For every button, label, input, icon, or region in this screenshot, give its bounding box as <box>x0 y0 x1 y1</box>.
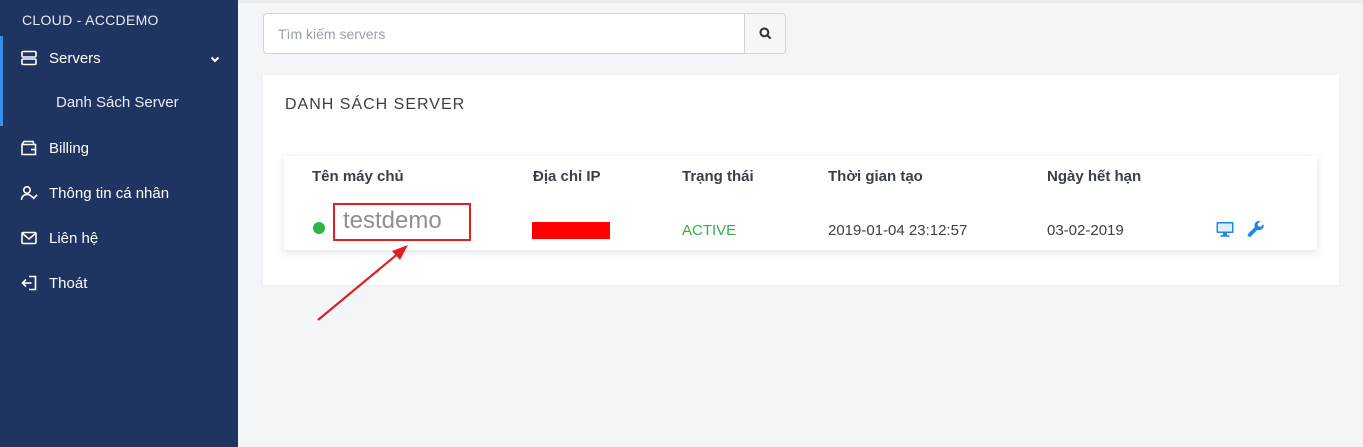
sidebar-item-label: Servers <box>49 49 101 67</box>
sidebar-subitem-server-list[interactable]: Danh Sách Server <box>56 94 179 111</box>
chevron-down-icon[interactable] <box>209 52 221 64</box>
expiry-date: 03-02-2019 <box>1047 222 1124 239</box>
mail-icon <box>20 229 38 247</box>
top-divider <box>238 0 1363 3</box>
column-header-name: Tên máy chủ <box>312 168 404 185</box>
search-bar <box>263 13 786 54</box>
server-table: Tên máy chủ Địa chỉ IP Trạng thái Thời g… <box>284 156 1317 250</box>
sidebar-item-logout[interactable]: Thoát <box>20 272 87 294</box>
created-time: 2019-01-04 23:12:57 <box>828 222 968 239</box>
monitor-icon[interactable] <box>1215 219 1235 239</box>
sidebar: CLOUD - ACCDEMO Servers Danh Sách Server… <box>0 0 238 447</box>
search-input[interactable] <box>263 13 744 54</box>
status-badge: ACTIVE <box>682 222 737 239</box>
column-header-created: Thời gian tạo <box>828 168 923 185</box>
annotation-arrow <box>317 245 408 321</box>
sidebar-item-label: Liên hệ <box>49 229 99 247</box>
logout-icon <box>20 274 38 292</box>
active-indicator <box>0 36 3 126</box>
sidebar-item-label: Thông tin cá nhân <box>49 184 170 202</box>
search-button[interactable] <box>744 13 786 54</box>
card-title: DANH SÁCH SERVER <box>285 96 466 113</box>
sidebar-item-profile[interactable]: Thông tin cá nhân <box>20 182 169 204</box>
column-header-expires: Ngày hết hạn <box>1047 168 1142 185</box>
wrench-icon[interactable] <box>1246 219 1266 239</box>
brand-title: CLOUD - ACCDEMO <box>22 12 159 28</box>
server-list-card: DANH SÁCH SERVER Tên máy chủ Địa chỉ IP … <box>263 75 1339 285</box>
server-name-link[interactable]: testdemo <box>333 203 471 241</box>
server-icon <box>20 49 38 67</box>
status-dot <box>313 222 325 234</box>
column-header-status: Trạng thái <box>682 168 754 185</box>
ip-address-redacted <box>532 222 610 239</box>
wallet-icon <box>20 139 38 157</box>
sidebar-item-label: Thoát <box>49 274 88 292</box>
sidebar-item-servers[interactable]: Servers <box>20 47 101 69</box>
sidebar-item-billing[interactable]: Billing <box>20 137 89 159</box>
sidebar-item-label: Billing <box>49 139 90 157</box>
user-check-icon <box>20 184 38 202</box>
search-icon <box>758 27 771 40</box>
column-header-ip: Địa chỉ IP <box>533 168 601 185</box>
sidebar-item-contact[interactable]: Liên hệ <box>20 227 98 249</box>
